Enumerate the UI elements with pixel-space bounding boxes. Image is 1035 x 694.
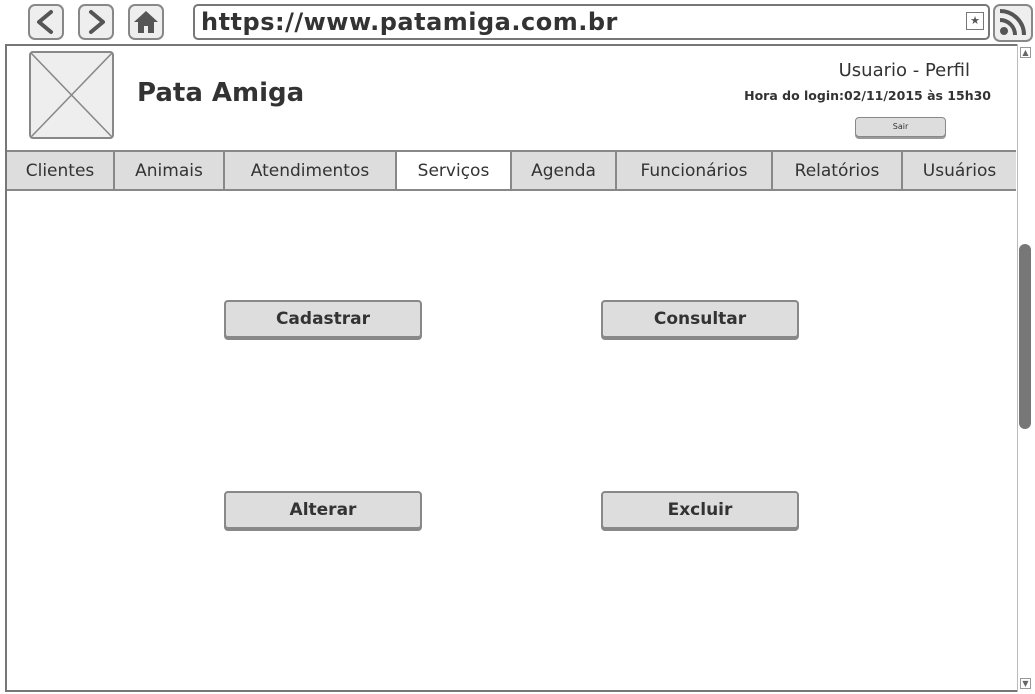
back-button[interactable] [28, 4, 64, 40]
tab-atendimentos[interactable]: Atendimentos [225, 152, 397, 189]
site-title: Pata Amiga [137, 78, 305, 108]
tab-usuarios[interactable]: Usuários [903, 152, 1016, 189]
login-time: Hora do login:02/11/2015 às 15h30 [744, 88, 991, 103]
user-profile-link[interactable]: Usuario - Perfil [839, 60, 970, 81]
rss-icon [999, 9, 1026, 36]
delete-button[interactable]: Excluir [601, 491, 799, 529]
rss-button[interactable] [993, 4, 1033, 42]
scroll-up-icon[interactable]: ▲ [1020, 47, 1031, 58]
tab-agenda[interactable]: Agenda [512, 152, 617, 189]
chevron-right-icon [89, 10, 105, 34]
home-icon [134, 11, 158, 33]
address-bar[interactable]: https://www.patamiga.com.br ★ [193, 4, 990, 40]
query-button[interactable]: Consultar [601, 300, 799, 338]
logo-placeholder [29, 51, 114, 139]
url-text: https://www.patamiga.com.br [201, 8, 618, 36]
home-button[interactable] [128, 4, 164, 40]
vertical-scrollbar[interactable]: ▲ ▼ [1017, 44, 1032, 692]
scroll-thumb[interactable] [1019, 244, 1031, 429]
edit-button[interactable]: Alterar [224, 491, 422, 529]
tab-servicos[interactable]: Serviços [397, 152, 512, 189]
star-icon[interactable]: ★ [966, 12, 984, 30]
chevron-left-icon [37, 10, 53, 34]
tab-relatorios[interactable]: Relatórios [773, 152, 903, 189]
image-placeholder-icon [30, 52, 113, 138]
tab-clientes[interactable]: Clientes [7, 152, 115, 189]
tab-animais[interactable]: Animais [115, 152, 225, 189]
main-nav-tabs: Clientes Animais Atendimentos Serviços A… [7, 150, 1016, 191]
forward-button[interactable] [78, 4, 114, 40]
tab-funcionarios[interactable]: Funcionários [617, 152, 773, 189]
page-frame [5, 44, 1032, 692]
scroll-down-icon[interactable]: ▼ [1020, 678, 1031, 689]
browser-toolbar: https://www.patamiga.com.br ★ [0, 0, 1035, 44]
register-button[interactable]: Cadastrar [224, 300, 422, 338]
logout-button[interactable]: Sair [855, 117, 946, 137]
